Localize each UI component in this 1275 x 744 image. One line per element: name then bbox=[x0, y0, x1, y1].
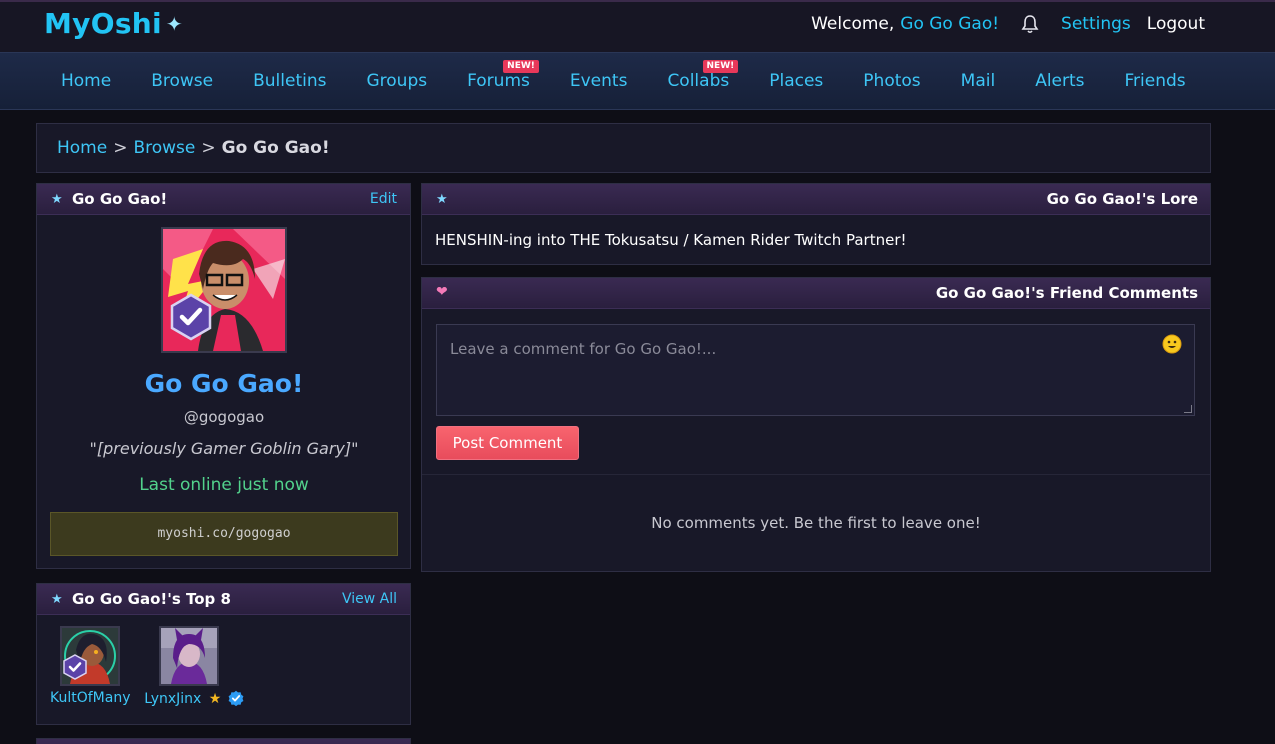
star-icon: ★ bbox=[436, 192, 448, 207]
username-link[interactable]: Go Go Gao! bbox=[900, 14, 999, 34]
lore-panel: ★ Go Go Gao!'s Lore HENSHIN-ing into THE… bbox=[421, 183, 1211, 265]
friend-avatar[interactable] bbox=[60, 626, 120, 686]
friend-name[interactable]: LynxJinx bbox=[144, 691, 201, 707]
sparkle-icon: ✦ bbox=[165, 12, 183, 36]
comment-textarea[interactable]: Leave a comment for Go Go Gao!... bbox=[436, 324, 1195, 416]
emoji-picker-icon[interactable] bbox=[1162, 334, 1182, 358]
star-icon: ★ bbox=[51, 192, 63, 207]
divider bbox=[422, 474, 1210, 475]
star-icon: ★ bbox=[208, 691, 222, 707]
nav-item-browse[interactable]: Browse bbox=[131, 71, 233, 91]
top-header: MyOshi ✦ Welcome, Go Go Gao! Settings Log… bbox=[0, 0, 1275, 52]
breadcrumb-bar: Home > Browse > Go Go Gao! bbox=[36, 123, 1211, 173]
nav-item-places[interactable]: Places bbox=[749, 71, 843, 91]
main-nav: Home Browse Bulletins Groups Forums NEW! … bbox=[0, 52, 1275, 110]
nav-label[interactable]: Home bbox=[61, 71, 111, 91]
star-icon: ★ bbox=[51, 592, 63, 607]
profile-handle: @gogogao bbox=[183, 408, 265, 426]
nav-item-events[interactable]: Events bbox=[550, 71, 648, 91]
breadcrumb-current: Go Go Gao! bbox=[221, 138, 330, 158]
friend-avatar[interactable] bbox=[159, 626, 219, 686]
top8-title: Go Go Gao!'s Top 8 bbox=[72, 590, 231, 608]
next-panel bbox=[36, 738, 411, 744]
nav-item-mail[interactable]: Mail bbox=[941, 71, 1016, 91]
settings-link[interactable]: Settings bbox=[1061, 14, 1131, 34]
breadcrumb-separator: > bbox=[201, 138, 216, 158]
empty-comments-message: No comments yet. Be the first to leave o… bbox=[651, 514, 981, 532]
logout-link[interactable]: Logout bbox=[1147, 14, 1205, 34]
breadcrumb-browse[interactable]: Browse bbox=[133, 138, 195, 158]
profile-panel-header: ★ Go Go Gao! Edit bbox=[37, 184, 410, 215]
profile-url-box[interactable]: myoshi.co/gogogao bbox=[50, 512, 398, 556]
lore-text: HENSHIN-ing into THE Tokusatsu / Kamen R… bbox=[435, 231, 907, 249]
nav-item-friends[interactable]: Friends bbox=[1105, 71, 1206, 91]
new-badge: NEW! bbox=[702, 60, 739, 73]
welcome-text: Welcome, bbox=[811, 14, 895, 34]
profile-display-name: Go Go Gao! bbox=[144, 369, 304, 398]
comments-panel: ❤ Go Go Gao!'s Friend Comments Leave a c… bbox=[421, 277, 1211, 572]
logo-text[interactable]: MyOshi bbox=[44, 7, 162, 40]
heart-icon: ❤ bbox=[436, 284, 448, 300]
comments-panel-header: ❤ Go Go Gao!'s Friend Comments bbox=[422, 278, 1210, 309]
nav-label[interactable]: Events bbox=[570, 71, 628, 91]
new-badge: NEW! bbox=[503, 60, 539, 73]
nav-item-home[interactable]: Home bbox=[41, 71, 131, 91]
nav-item-photos[interactable]: Photos bbox=[843, 71, 940, 91]
resize-handle[interactable] bbox=[1184, 405, 1192, 413]
verified-badge-icon bbox=[62, 654, 88, 684]
nav-label[interactable]: Forums bbox=[467, 71, 530, 91]
breadcrumb-home[interactable]: Home bbox=[57, 138, 107, 158]
top8-friend[interactable]: LynxJinx ★ bbox=[139, 626, 249, 710]
nav-item-groups[interactable]: Groups bbox=[346, 71, 447, 91]
friend-name[interactable]: KultOfMany bbox=[50, 690, 131, 706]
friend-name-row: LynxJinx ★ bbox=[139, 690, 249, 710]
nav-item-bulletins[interactable]: Bulletins bbox=[233, 71, 346, 91]
nav-label[interactable]: Mail bbox=[961, 71, 996, 91]
profile-panel-title: Go Go Gao! bbox=[72, 190, 168, 208]
user-menu: Welcome, Go Go Gao! Settings Logout bbox=[811, 14, 1205, 34]
profile-panel: ★ Go Go Gao! Edit Go Go Gao! @gogogao "[… bbox=[36, 183, 411, 569]
comment-placeholder: Leave a comment for Go Go Gao!... bbox=[450, 340, 717, 358]
next-panel-header bbox=[37, 739, 410, 744]
nav-label[interactable]: Photos bbox=[863, 71, 920, 91]
verified-check-icon bbox=[228, 690, 244, 710]
nav-label[interactable]: Browse bbox=[151, 71, 213, 91]
nav-label[interactable]: Places bbox=[769, 71, 823, 91]
lore-panel-header: ★ Go Go Gao!'s Lore bbox=[422, 184, 1210, 215]
top8-friend[interactable]: KultOfMany bbox=[50, 626, 131, 706]
nav-label[interactable]: Bulletins bbox=[253, 71, 326, 91]
site-logo[interactable]: MyOshi ✦ bbox=[44, 7, 183, 40]
bell-icon[interactable] bbox=[1021, 14, 1039, 34]
breadcrumb-separator: > bbox=[113, 138, 128, 158]
profile-avatar[interactable] bbox=[161, 227, 287, 353]
nav-item-alerts[interactable]: Alerts bbox=[1015, 71, 1104, 91]
nav-item-collabs[interactable]: Collabs NEW! bbox=[647, 60, 749, 91]
nav-label[interactable]: Friends bbox=[1125, 71, 1186, 91]
last-online-status: Last online just now bbox=[139, 475, 309, 495]
profile-tagline: "[previously Gamer Goblin Gary]" bbox=[89, 439, 359, 458]
post-comment-button[interactable]: Post Comment bbox=[436, 426, 579, 460]
nav-label[interactable]: Collabs bbox=[667, 71, 729, 91]
nav-label[interactable]: Alerts bbox=[1035, 71, 1084, 91]
top8-panel-header: ★ Go Go Gao!'s Top 8 View All bbox=[37, 584, 410, 615]
nav-label[interactable]: Groups bbox=[366, 71, 427, 91]
nav-item-forums[interactable]: Forums NEW! bbox=[447, 60, 550, 91]
edit-link[interactable]: Edit bbox=[370, 191, 397, 207]
comments-title: Go Go Gao!'s Friend Comments bbox=[935, 284, 1198, 302]
view-all-link[interactable]: View All bbox=[342, 591, 397, 607]
lore-title: Go Go Gao!'s Lore bbox=[1046, 190, 1198, 208]
verified-badge-icon bbox=[167, 293, 215, 345]
breadcrumb: Home > Browse > Go Go Gao! bbox=[57, 138, 330, 158]
top8-panel: ★ Go Go Gao!'s Top 8 View All KultOfMany bbox=[36, 583, 411, 725]
nav-list: Home Browse Bulletins Groups Forums NEW! … bbox=[41, 60, 1206, 91]
